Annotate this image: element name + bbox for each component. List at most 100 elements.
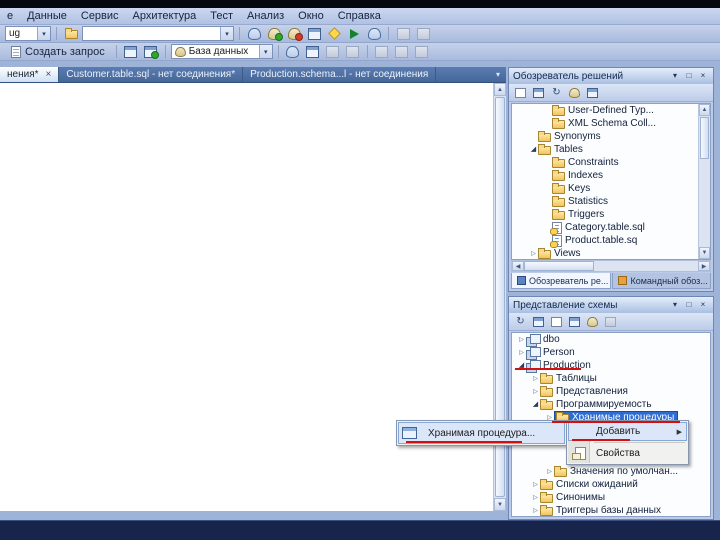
tree-item-indexes[interactable]: Indexes — [512, 169, 710, 182]
tab-command-explorer[interactable]: Командный обоз... — [612, 273, 711, 289]
scroll-down-icon[interactable]: ▼ — [494, 498, 506, 511]
connect-database-button[interactable] — [245, 26, 263, 42]
scrollbar-thumb[interactable] — [524, 261, 594, 271]
results-to-text-button[interactable] — [142, 44, 160, 60]
disabled-tool-button[interactable] — [393, 44, 411, 60]
settings-button[interactable] — [603, 315, 618, 329]
tab-solution-explorer[interactable]: Обозреватель ре... — [511, 273, 612, 289]
tree-item-synonyms-ru[interactable]: Синонимы — [512, 491, 710, 504]
sql-editor-surface[interactable]: ▲ ▼ — [0, 82, 506, 511]
disabled-tool-button[interactable] — [344, 44, 362, 60]
menu-item-test[interactable]: Тест — [203, 9, 240, 23]
collapsed-arrow-icon[interactable] — [531, 508, 540, 514]
scroll-left-icon[interactable]: ◀ — [512, 261, 524, 271]
expanded-arrow-icon[interactable] — [531, 401, 540, 408]
open-file-button[interactable] — [62, 26, 80, 42]
scroll-up-icon[interactable]: ▲ — [699, 104, 710, 116]
expanded-arrow-icon[interactable] — [529, 146, 538, 153]
close-icon[interactable]: × — [697, 299, 709, 311]
document-tab-production[interactable]: Production.schema...l - нет соединения — [243, 67, 437, 82]
refresh-button[interactable]: ↻ — [513, 315, 528, 329]
disabled-tool-button[interactable] — [373, 44, 391, 60]
document-list-chevron-icon[interactable]: ▾ — [490, 67, 506, 82]
new-query-button[interactable]: Создать запрос — [5, 44, 111, 60]
document-tab-customer[interactable]: Customer.table.sql - нет соединения* — [59, 67, 244, 82]
tree-item-dbo[interactable]: dbo — [512, 333, 710, 347]
solution-explorer-horizontal-scrollbar[interactable]: ◀ ▶ — [511, 260, 711, 272]
scrollbar-thumb[interactable] — [700, 117, 709, 159]
collapsed-arrow-icon[interactable] — [529, 251, 538, 257]
menu-item-data[interactable]: Данные — [20, 9, 74, 23]
database-ok-button[interactable] — [265, 26, 283, 42]
results-to-grid-button[interactable] — [122, 44, 140, 60]
disabled-tool-button[interactable] — [413, 44, 431, 60]
view-code-button[interactable] — [567, 86, 582, 100]
tree-item-statistics[interactable]: Statistics — [512, 195, 710, 208]
editor-vertical-scrollbar[interactable]: ▲ ▼ — [493, 83, 506, 511]
database-button[interactable] — [365, 26, 383, 42]
extra-tool-button[interactable] — [414, 26, 432, 42]
extra-tool-button[interactable] — [394, 26, 412, 42]
window-menu-icon[interactable]: ▾ — [669, 70, 681, 82]
tree-item-views-ru[interactable]: Представления — [512, 385, 710, 398]
execute-button[interactable] — [284, 44, 302, 60]
tree-item-xml-schema[interactable]: XML Schema Coll... — [512, 117, 710, 130]
document-tab-active[interactable]: нения* × — [0, 67, 60, 82]
connection-combo[interactable] — [82, 26, 234, 41]
menu-item-cut[interactable]: е — [0, 9, 20, 23]
collapsed-arrow-icon[interactable] — [517, 337, 526, 343]
menu-item-window[interactable]: Окно — [291, 9, 331, 23]
database-remove-button[interactable] — [285, 26, 303, 42]
dropdown-arrow-icon[interactable] — [258, 45, 272, 58]
scroll-down-icon[interactable]: ▼ — [699, 247, 710, 259]
pin-icon[interactable]: □ — [683, 70, 695, 82]
scroll-right-icon[interactable]: ▶ — [698, 261, 710, 271]
tab-close-icon[interactable]: × — [46, 69, 52, 80]
solution-explorer-vertical-scrollbar[interactable]: ▲ ▼ — [698, 104, 710, 259]
debug-configuration-combo[interactable]: ug — [5, 26, 51, 41]
dropdown-arrow-icon[interactable] — [37, 27, 50, 40]
sort-button[interactable] — [531, 315, 546, 329]
disabled-tool-button[interactable] — [324, 44, 342, 60]
database-combo[interactable]: База данных — [170, 44, 273, 59]
tree-item-category-table-sql[interactable]: Category.table.sql — [512, 221, 710, 235]
parse-button[interactable] — [304, 44, 322, 60]
tree-item-user-defined-types[interactable]: User-Defined Typ... — [512, 104, 710, 117]
collapsed-arrow-icon[interactable] — [531, 482, 540, 488]
results-grid-button[interactable] — [305, 26, 323, 42]
tree-item-product-table-sql[interactable]: Product.table.sq — [512, 234, 710, 248]
new-object-button[interactable] — [585, 315, 600, 329]
tree-item-db-triggers[interactable]: Триггеры базы данных — [512, 504, 710, 516]
schema-view-titlebar[interactable]: Представление схемы ▾ □ × — [509, 297, 713, 313]
tree-item-production[interactable]: Production — [512, 359, 710, 373]
filter-button[interactable] — [549, 315, 564, 329]
menu-item-service[interactable]: Сервис — [74, 9, 126, 23]
menu-item-architecture[interactable]: Архитектура — [126, 9, 204, 23]
tree-item-constraints[interactable]: Constraints — [512, 156, 710, 169]
tree-item-keys[interactable]: Keys — [512, 182, 710, 195]
collapsed-arrow-icon[interactable] — [545, 469, 554, 475]
pin-icon[interactable]: □ — [683, 299, 695, 311]
collapsed-arrow-icon[interactable] — [517, 350, 526, 356]
tree-item-triggers[interactable]: Triggers — [512, 208, 710, 221]
collapsed-arrow-icon[interactable] — [531, 495, 540, 501]
tree-item-programmability[interactable]: Программируемость — [512, 398, 710, 411]
refresh-button[interactable]: ↻ — [549, 86, 564, 100]
menu-item-analysis[interactable]: Анализ — [240, 9, 291, 23]
window-menu-icon[interactable]: ▾ — [669, 299, 681, 311]
tree-item-synonyms[interactable]: Synonyms — [512, 130, 710, 143]
menu-item-help[interactable]: Справка — [331, 9, 388, 23]
properties-button[interactable] — [513, 86, 528, 100]
dropdown-arrow-icon[interactable] — [220, 27, 233, 40]
group-button[interactable] — [567, 315, 582, 329]
tree-item-wait-lists[interactable]: Списки ожиданий — [512, 478, 710, 491]
scrollbar-track[interactable] — [594, 261, 698, 271]
tree-item-defaults[interactable]: Значения по умолчан... — [512, 465, 710, 478]
tree-item-tables[interactable]: Tables — [512, 143, 710, 156]
show-all-files-button[interactable] — [531, 86, 546, 100]
tree-item-tables-ru[interactable]: Таблицы — [512, 372, 710, 385]
context-menu-item-properties[interactable]: Свойства — [568, 444, 687, 463]
scroll-up-icon[interactable]: ▲ — [494, 83, 506, 96]
solution-explorer-titlebar[interactable]: Обозреватель решений ▾ □ × — [509, 68, 713, 84]
run-button[interactable] — [345, 26, 363, 42]
